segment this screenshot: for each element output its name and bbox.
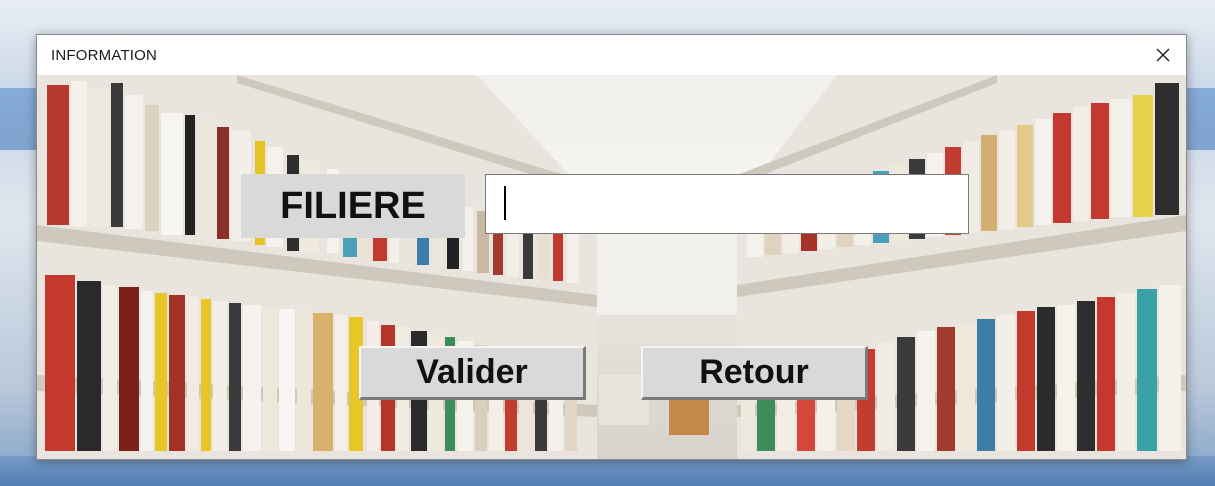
retour-button[interactable]: Retour bbox=[641, 346, 868, 400]
dialog-title: INFORMATION bbox=[51, 46, 158, 64]
valider-button[interactable]: Valider bbox=[359, 346, 586, 400]
text-caret bbox=[504, 186, 506, 220]
close-button[interactable] bbox=[1140, 35, 1186, 75]
desktop-bottom-band bbox=[0, 456, 1215, 486]
filiere-label: FILIERE bbox=[241, 174, 465, 238]
dialog-client-area: FILIERE Valider Retour bbox=[37, 75, 1186, 459]
dialog-titlebar[interactable]: INFORMATION bbox=[37, 35, 1186, 75]
information-dialog: INFORMATION FILIERE Valider Retour bbox=[36, 34, 1187, 460]
filiere-input[interactable] bbox=[485, 174, 969, 234]
library-background-image bbox=[37, 75, 1186, 459]
close-icon bbox=[1155, 47, 1171, 63]
